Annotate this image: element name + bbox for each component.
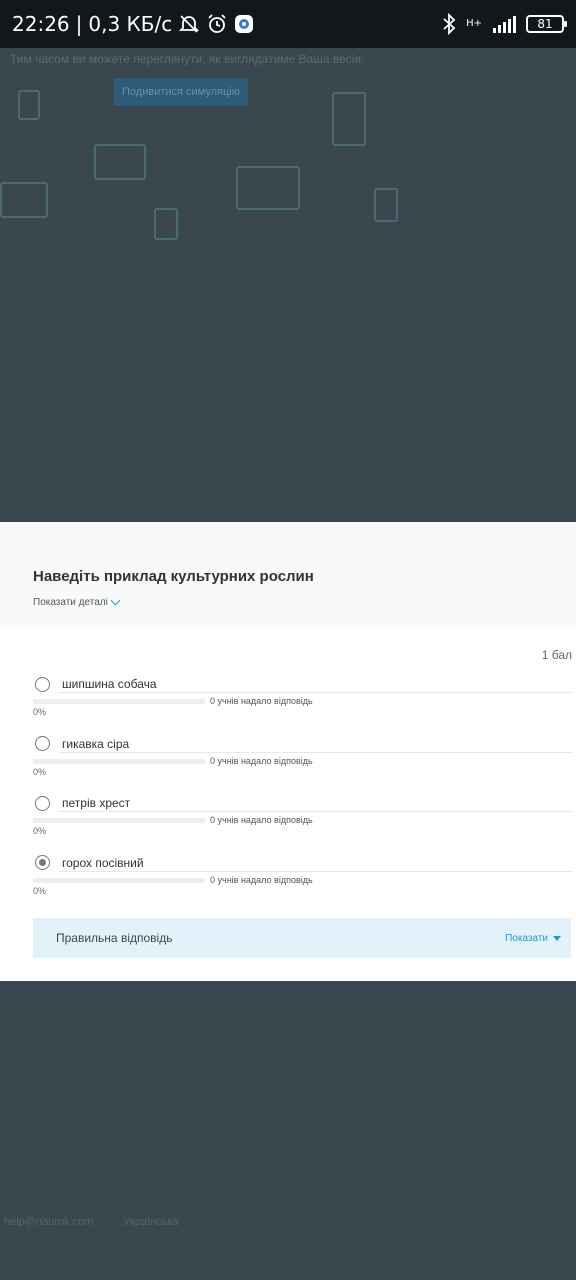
simulation-button: Подивитися симуляцію [114, 78, 248, 106]
battery-level: 81 [537, 17, 553, 31]
correct-answer-panel: Правильна відповідь Показати [33, 918, 571, 958]
option-divider [59, 870, 572, 872]
score-label: 1 бал [541, 648, 572, 662]
caret-down-icon [553, 935, 561, 941]
settings-app-icon [234, 14, 254, 34]
network-type: H+ [466, 18, 482, 29]
option-label: петрів хрест [62, 796, 131, 810]
response-count: 0 учнів надало відповідь [210, 755, 313, 766]
show-details-toggle[interactable]: Показати деталі [33, 595, 576, 608]
option-label: шипшина собача [62, 677, 157, 691]
response-percent: 0% [33, 885, 47, 896]
option-label: гикавка сіра [62, 736, 130, 751]
illustration-monitor [236, 166, 300, 210]
alarm-icon [206, 13, 228, 35]
footer-language: Українська [123, 1216, 179, 1228]
status-bar: 22:26 | 0,3 КБ/с H+ 81 [0, 0, 576, 48]
response-progress-bar [33, 699, 205, 704]
radio-button[interactable] [35, 676, 50, 692]
battery-icon: 81 [526, 15, 567, 33]
show-answer-label: Показати [505, 932, 548, 944]
muted-bell-icon [178, 13, 200, 35]
answer-option: петрів хрест 0 учнів надало відповідь 0% [33, 793, 572, 853]
illustration-phone-3 [374, 188, 398, 222]
bluetooth-icon [442, 13, 456, 35]
question-header: Наведіть приклад культурних рослин Показ… [0, 522, 576, 628]
network-speed: 0,3 КБ/с [88, 12, 173, 36]
response-progress-bar [33, 877, 205, 883]
answer-option: шипшина собача 0 учнів надало відповідь … [33, 674, 572, 734]
response-count: 0 учнів надало відповідь [210, 874, 313, 885]
show-details-label: Показати деталі [33, 597, 108, 608]
option-label: горох посівний [62, 855, 144, 870]
response-progress-bar [33, 758, 205, 764]
illustration-tablet-2 [332, 92, 366, 146]
response-count: 0 учнів надало відповідь [210, 815, 313, 825]
status-separator: | [75, 12, 83, 36]
show-answer-button[interactable]: Показати [505, 933, 561, 944]
answer-option: горох посівний 0 учнів надало відповідь … [33, 853, 572, 913]
chevron-down-icon [110, 595, 121, 606]
option-divider [59, 811, 572, 812]
illustration-phone-2 [154, 208, 178, 240]
clock: 22:26 [12, 12, 70, 36]
question-title: Наведіть приклад культурних рослин [33, 568, 314, 585]
illustration-tablet [94, 144, 146, 180]
illustration-laptop [0, 182, 48, 218]
radio-button[interactable] [35, 736, 50, 751]
correct-answer-label: Правильна відповідь [56, 931, 173, 945]
answer-option: гикавка сіра 0 учнів надало відповідь 0% [33, 734, 572, 794]
background-footer: help@naurok.com Українська [0, 1210, 576, 1234]
radio-button-selected[interactable] [35, 855, 50, 870]
response-percent: 0% [33, 826, 47, 836]
response-percent: 0% [33, 766, 47, 777]
response-percent: 0% [33, 707, 47, 717]
answer-options: шипшина собача 0 учнів надало відповідь … [33, 674, 572, 912]
radio-button[interactable] [35, 795, 50, 811]
signal-icon [492, 15, 516, 33]
illustration-phone [18, 90, 40, 120]
option-divider [59, 751, 572, 753]
response-progress-bar [33, 818, 205, 823]
option-divider [59, 692, 572, 693]
background-hint: Тим часом ви можете переглянути, як вигл… [10, 52, 365, 66]
question-modal: Наведіть приклад культурних рослин Показ… [0, 522, 576, 981]
footer-email: help@naurok.com [4, 1216, 94, 1228]
response-count: 0 учнів надало відповідь [210, 696, 313, 706]
